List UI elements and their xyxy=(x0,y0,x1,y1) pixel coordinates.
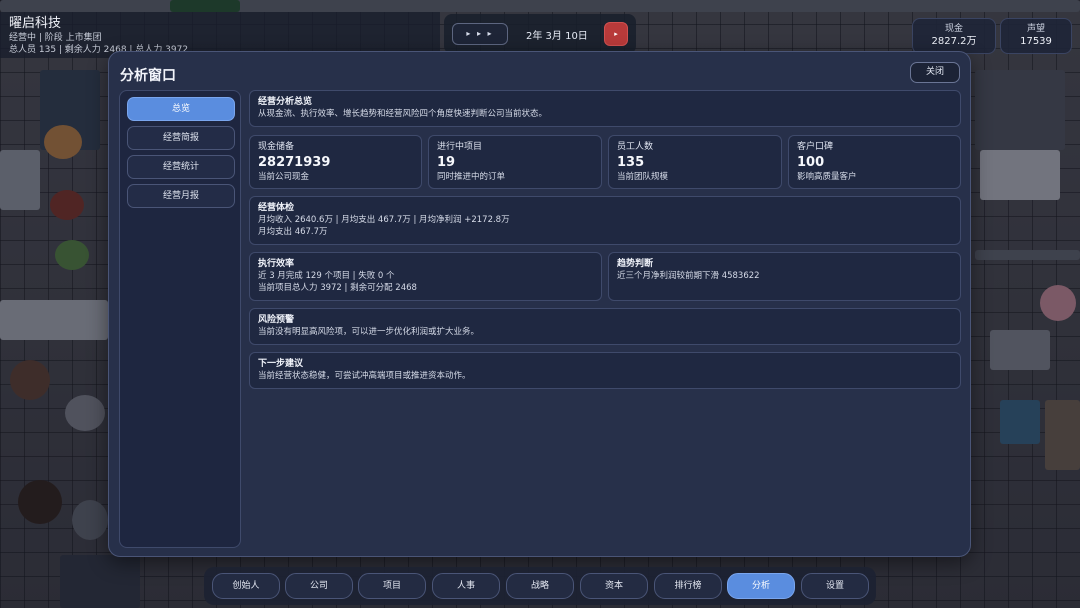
kpi-sub: 同时推进中的订单 xyxy=(437,172,506,182)
kpi-label: 进行中项目 xyxy=(437,142,483,152)
trend-line-1: 近三个月净利润较前期下滑 4583622 xyxy=(617,271,760,281)
kpi-value: 19 xyxy=(437,155,456,170)
next-step-card: 下一步建议 当前经营状态稳健，可尝试冲高端项目或推进资本动作。 xyxy=(249,352,961,389)
kpi-label: 客户口碑 xyxy=(797,142,834,152)
tab-leaderboard[interactable]: 排行榜 xyxy=(654,573,722,599)
nav-item-overview[interactable]: 总览 xyxy=(127,97,235,121)
next-step-line-1: 当前经营状态稳健，可尝试冲高端项目或推进资本动作。 xyxy=(258,371,471,381)
cash-stat: 现金 2827.2万 xyxy=(912,18,996,54)
tab-capital[interactable]: 资本 xyxy=(580,573,648,599)
nav-item-monthly[interactable]: 经营月报 xyxy=(127,184,235,208)
cash-label: 现金 xyxy=(944,24,963,34)
next-step-title: 下一步建议 xyxy=(258,359,304,369)
tab-strategy[interactable]: 战略 xyxy=(506,573,574,599)
tab-founder[interactable]: 创始人 xyxy=(212,573,280,599)
window-title: 分析窗口 xyxy=(120,68,176,84)
tab-analysis[interactable]: 分析 xyxy=(727,573,795,599)
tab-projects[interactable]: 项目 xyxy=(358,573,426,599)
time-controls: ▸ ▸ ▸ 2年 3月 10日 ▸ xyxy=(444,14,636,54)
health-card: 经营体检 月均收入 2640.6万 | 月均支出 467.7万 | 月均净利润 … xyxy=(249,196,961,245)
company-status: 经营中 | 阶段 上市集团 xyxy=(9,33,102,43)
kpi-sub: 当前公司现金 xyxy=(258,172,310,182)
risk-title: 风险预警 xyxy=(258,315,295,325)
kpi-label: 现金储备 xyxy=(258,142,295,152)
risk-card: 风险预警 当前没有明显高风险项，可以进一步优化利润或扩大业务。 xyxy=(249,308,961,345)
close-button[interactable]: 关闭 xyxy=(910,62,960,83)
nav-item-stats[interactable]: 经营统计 xyxy=(127,155,235,179)
kpi-card-projects: 进行中项目 19 同时推进中的订单 xyxy=(428,135,602,189)
company-name: 曜启科技 xyxy=(9,16,62,31)
game-date: 2年 3月 10日 xyxy=(526,31,588,42)
reputation-value: 17539 xyxy=(1020,36,1052,47)
tab-settings[interactable]: 设置 xyxy=(801,573,869,599)
nav-item-brief[interactable]: 经营简报 xyxy=(127,126,235,150)
kpi-sub: 当前团队规模 xyxy=(617,172,669,182)
trend-card: 趋势判断 近三个月净利润较前期下滑 4583622 xyxy=(608,252,961,301)
reputation-stat: 声望 17539 xyxy=(1000,18,1072,54)
overview-title: 经营分析总览 xyxy=(258,97,313,107)
tab-hr[interactable]: 人事 xyxy=(432,573,500,599)
kpi-card-cash: 现金储备 28271939 当前公司现金 xyxy=(249,135,422,189)
efficiency-line-1: 近 3 月完成 129 个项目 | 失败 0 个 xyxy=(258,271,395,281)
reputation-label: 声望 xyxy=(1026,24,1045,34)
health-line-1: 月均收入 2640.6万 | 月均支出 467.7万 | 月均净利润 +2172… xyxy=(258,215,510,225)
overview-card: 经营分析总览 从现金流、执行效率、增长趋势和经营风险四个角度快速判断公司当前状态… xyxy=(249,90,961,127)
health-line-2: 月均支出 467.7万 xyxy=(258,227,328,237)
tab-company[interactable]: 公司 xyxy=(285,573,353,599)
speed-button[interactable]: ▸ ▸ ▸ xyxy=(452,23,508,45)
pause-button[interactable]: ▸ xyxy=(604,22,628,46)
kpi-value: 28271939 xyxy=(258,155,331,170)
trend-title: 趋势判断 xyxy=(617,259,654,269)
overview-desc: 从现金流、执行效率、增长趋势和经营风险四个角度快速判断公司当前状态。 xyxy=(258,109,548,119)
kpi-label: 员工人数 xyxy=(617,142,654,152)
kpi-sub: 影响高质量客户 xyxy=(797,172,857,182)
analysis-window: 分析窗口 关闭 总览 经营简报 经营统计 经营月报 经营分析总览 从现金流、执行… xyxy=(108,51,971,557)
risk-line-1: 当前没有明显高风险项，可以进一步优化利润或扩大业务。 xyxy=(258,327,480,337)
kpi-card-employees: 员工人数 135 当前团队规模 xyxy=(608,135,782,189)
efficiency-card: 执行效率 近 3 月完成 129 个项目 | 失败 0 个 当前项目总人力 39… xyxy=(249,252,602,301)
kpi-card-reputation: 客户口碑 100 影响高质量客户 xyxy=(788,135,961,189)
efficiency-line-2: 当前项目总人力 3972 | 剩余可分配 2468 xyxy=(258,283,417,293)
kpi-value: 100 xyxy=(797,155,825,170)
kpi-value: 135 xyxy=(617,155,645,170)
cash-value: 2827.2万 xyxy=(931,36,977,47)
efficiency-title: 执行效率 xyxy=(258,259,295,269)
health-title: 经营体检 xyxy=(258,203,295,213)
bottom-nav-bar: 创始人 公司 项目 人事 战略 资本 排行榜 分析 设置 xyxy=(204,567,876,605)
analysis-nav: 总览 经营简报 经营统计 经营月报 xyxy=(119,90,241,548)
